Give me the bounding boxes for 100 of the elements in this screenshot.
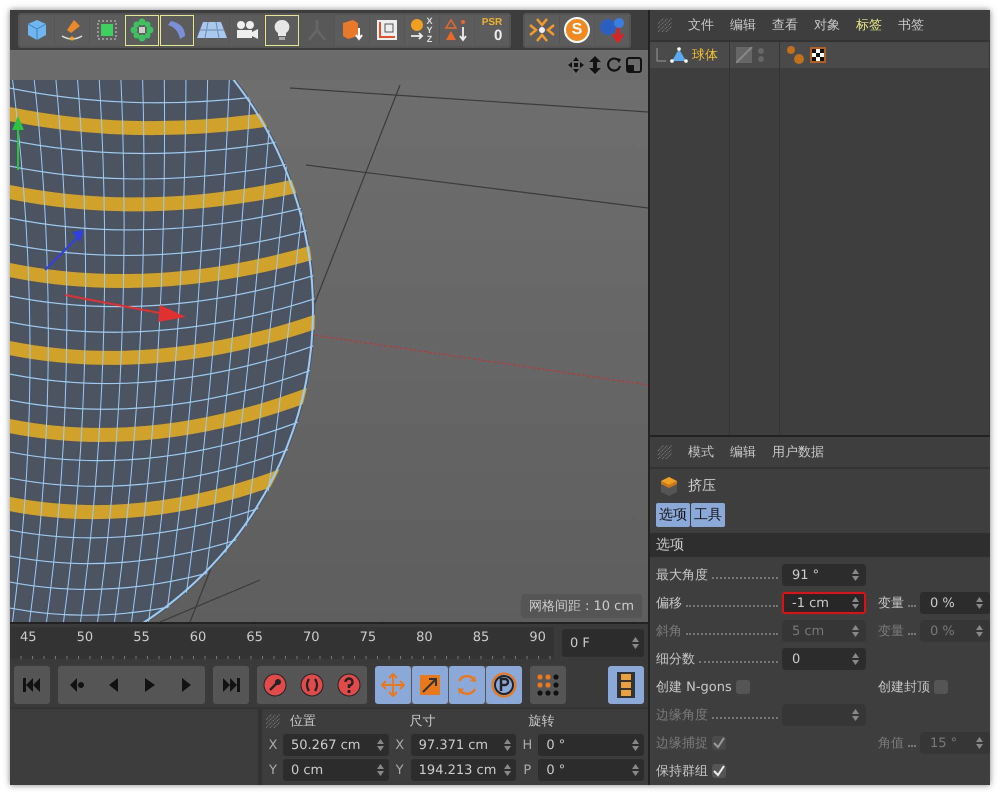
menu-item[interactable]: 编辑: [730, 443, 756, 461]
frame-number: 50: [76, 629, 94, 647]
checker-tag-icon[interactable]: [810, 47, 826, 63]
picture-frame-icon: [375, 18, 399, 42]
triangle-vertices-icon: [670, 47, 688, 63]
menu-item[interactable]: 文件: [688, 16, 714, 34]
extrude-cube-icon: [658, 475, 680, 497]
grip-icon: [658, 18, 672, 32]
triangles-icon: [445, 18, 469, 42]
toolbar-button[interactable]: [90, 14, 124, 46]
object-name[interactable]: 球体: [692, 46, 718, 64]
toolbar-button[interactable]: [525, 14, 559, 46]
toolbar-button[interactable]: XYZ: [405, 14, 439, 46]
timeline-button[interactable]: [608, 666, 644, 704]
parameter-label: 边缘角度: [656, 707, 708, 724]
rotate-view-icon[interactable]: [606, 57, 622, 73]
toolbar-button[interactable]: [440, 14, 474, 46]
value-field[interactable]: 0: [782, 648, 866, 670]
zoom-view-icon[interactable]: [588, 56, 602, 74]
parameter-label: 保持群组: [656, 763, 708, 780]
value-field[interactable]: -1 cm: [782, 592, 866, 614]
frame-number: 60: [190, 629, 206, 647]
coordinate-field[interactable]: 0 °: [538, 734, 644, 756]
menu-item[interactable]: 对象: [814, 16, 840, 34]
play-icon: [143, 678, 157, 692]
skip-start-icon: [23, 678, 41, 692]
box-arrow-icon: [340, 18, 364, 42]
frame-number: 90: [529, 629, 546, 647]
skip-end-icon: [222, 678, 240, 692]
point-level-button[interactable]: [530, 666, 566, 704]
coordinate-field[interactable]: 0 °: [538, 759, 644, 781]
menu-item[interactable]: 模式: [688, 443, 714, 461]
menu-item[interactable]: 书签: [898, 16, 924, 34]
toolbar-button[interactable]: PSR 0: [475, 14, 509, 46]
value-field[interactable]: 91 °: [782, 564, 866, 586]
toolbar-button[interactable]: [230, 14, 264, 46]
toolbar-button[interactable]: [160, 14, 194, 46]
menu-item[interactable]: 用户数据: [772, 443, 824, 461]
grip-icon: [658, 445, 672, 459]
section-header: 选项: [650, 533, 990, 557]
parameter-label: 变量: [878, 623, 904, 640]
coordinate-icon: [410, 18, 424, 42]
frame-field[interactable]: 0 F: [562, 629, 644, 657]
spheres-arrow-icon: [599, 17, 625, 43]
tree-line-icon: [656, 48, 666, 62]
coordinate-field[interactable]: 0 cm: [283, 759, 389, 781]
key-icon: [263, 672, 287, 696]
column-heading: 尺寸: [408, 713, 436, 730]
snap-arrows-icon: [529, 18, 555, 42]
menu-item[interactable]: 编辑: [730, 16, 756, 34]
toolbar-button[interactable]: [195, 14, 229, 46]
parameter-label: 创建 N-gons: [656, 679, 732, 696]
menu-item[interactable]: 标签: [856, 16, 882, 34]
help-icon: [337, 672, 361, 696]
frame-number: 70: [302, 629, 320, 647]
spinner-arrows-icon[interactable]: [504, 764, 512, 776]
toolbar-button[interactable]: [20, 14, 54, 46]
coordinate-field[interactable]: 50.267 cm: [283, 734, 389, 756]
tab[interactable]: 工具: [691, 503, 725, 527]
move-view-icon[interactable]: [568, 57, 584, 73]
spinner-arrows-icon[interactable]: [976, 597, 983, 609]
object-title: 挤压: [688, 477, 716, 495]
parameter-key-button[interactable]: [486, 666, 522, 704]
toolbar-button[interactable]: [265, 14, 299, 46]
coordinate-field[interactable]: 97.371 cm: [410, 734, 516, 756]
parameter-label: 边缘捕捉: [656, 735, 708, 752]
grid-spacing-label: 网格间距 : 10 cm: [520, 594, 642, 618]
grip-icon: [266, 714, 280, 728]
coordinate-field[interactable]: 194.213 cm: [410, 759, 516, 781]
value-field[interactable]: 0 %: [920, 592, 990, 614]
spinner-arrows-icon[interactable]: [632, 764, 639, 776]
toolbar-button[interactable]: [335, 14, 369, 46]
tab[interactable]: 选项: [656, 503, 690, 527]
toolbar-button[interactable]: [125, 14, 159, 46]
go-to-end-button[interactable]: [213, 666, 249, 704]
toolbar-button[interactable]: [370, 14, 404, 46]
spinner-arrows-icon[interactable]: [852, 597, 859, 609]
spinner-arrows-icon[interactable]: [376, 764, 384, 776]
spinner-arrows-icon[interactable]: [632, 739, 639, 751]
axis-label: X: [268, 738, 278, 752]
visibility-toggle-icon[interactable]: [736, 47, 766, 63]
spinner-arrows-icon[interactable]: [376, 739, 384, 751]
spinner-arrows-icon[interactable]: [632, 637, 639, 649]
maximize-view-icon[interactable]: [626, 57, 642, 73]
menu-item[interactable]: 查看: [772, 16, 798, 34]
spinner-arrows-icon[interactable]: [852, 569, 859, 581]
axis-label: P: [522, 762, 532, 778]
p-circle-icon: [491, 672, 517, 698]
toolbar-button[interactable]: [55, 14, 89, 46]
timeline-ruler[interactable]: 45 50 55 60 65 70 75 80 85 90: [10, 627, 554, 659]
scale-icon: [419, 674, 441, 696]
go-to-start-button[interactable]: [14, 666, 50, 704]
spinner-arrows-icon[interactable]: [504, 739, 512, 751]
record-icon: [300, 672, 324, 696]
spinner-arrows-icon[interactable]: [852, 653, 859, 665]
pen-icon: [60, 18, 84, 42]
column-heading: 位置: [289, 713, 317, 730]
parameter-label: 角值: [878, 735, 904, 752]
scale-key-button[interactable]: [412, 666, 448, 704]
parameter-label: 斜角: [656, 623, 682, 640]
